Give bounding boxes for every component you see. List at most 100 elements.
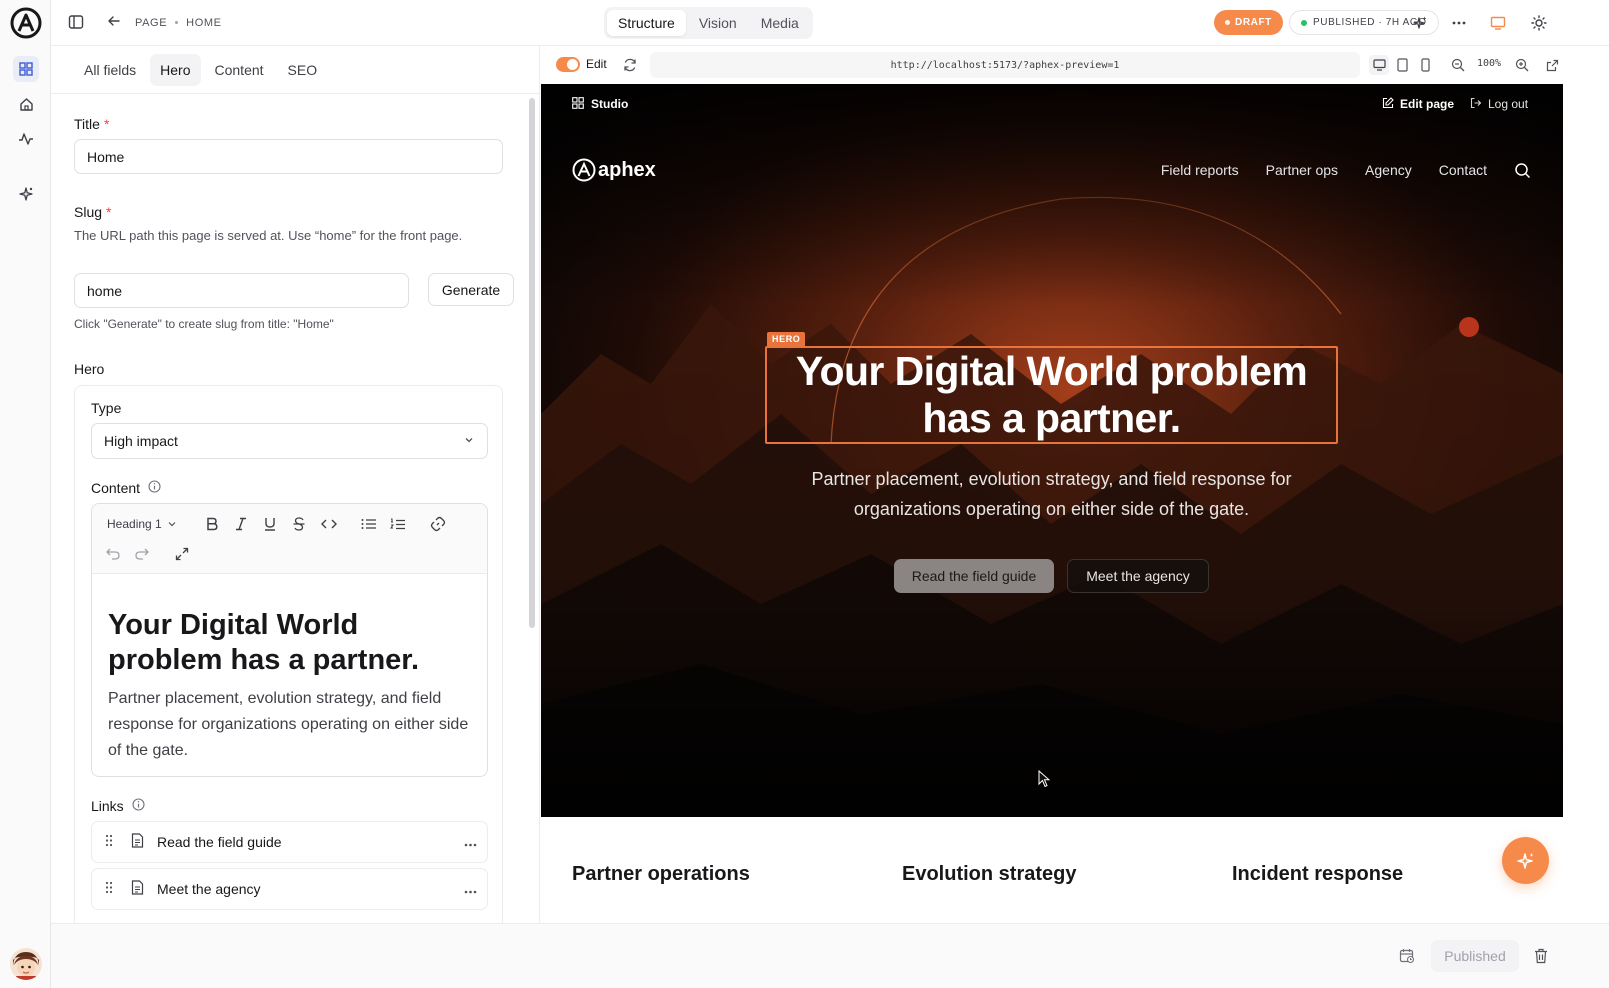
structure-nav-icon[interactable]: [13, 56, 39, 82]
required-marker: *: [103, 116, 110, 132]
type-label: Type: [91, 400, 122, 416]
studio-link[interactable]: Studio: [591, 97, 628, 111]
hero-section-label: Hero: [74, 361, 105, 377]
read-field-guide-button[interactable]: Read the field guide: [894, 559, 1054, 593]
meet-agency-button[interactable]: Meet the agency: [1067, 559, 1209, 593]
site-logo[interactable]: aphex: [572, 158, 656, 182]
mode-switcher: Structure Vision Media: [604, 7, 813, 39]
more-options-icon[interactable]: [464, 881, 477, 897]
slug-generate-hint: Click "Generate" to create slug from tit…: [74, 317, 334, 331]
tab-seo[interactable]: SEO: [278, 54, 328, 86]
hero-subtitle[interactable]: Partner placement, evolution strategy, a…: [791, 464, 1312, 524]
tab-content[interactable]: Content: [205, 54, 274, 86]
theme-sun-icon[interactable]: [1527, 11, 1551, 35]
rich-text-editor: Heading 1 Your Digital World problem has…: [91, 503, 488, 777]
draft-label: DRAFT: [1235, 17, 1272, 28]
app-logo-icon[interactable]: [10, 7, 42, 39]
tab-vision[interactable]: Vision: [688, 10, 748, 36]
hero-title[interactable]: Your Digital World problem has a partner…: [765, 348, 1338, 442]
chevron-down-icon: [463, 433, 475, 449]
site-nav: aphex Field reports Partner ops Agency C…: [541, 154, 1563, 188]
home-icon[interactable]: [13, 91, 39, 117]
back-arrow-icon[interactable]: [107, 14, 121, 31]
content-paragraph[interactable]: Partner placement, evolution strategy, a…: [108, 686, 473, 764]
desktop-preview-icon[interactable]: [1486, 11, 1510, 35]
title-label-text: Title: [74, 116, 100, 132]
activity-icon[interactable]: [13, 126, 39, 152]
delete-trash-icon[interactable]: [1534, 948, 1548, 967]
underline-icon[interactable]: [260, 514, 280, 534]
strikethrough-icon[interactable]: [289, 514, 309, 534]
publish-button[interactable]: Published: [1431, 940, 1519, 972]
ai-sparkle-icon[interactable]: [13, 181, 39, 207]
bullet-list-icon[interactable]: [359, 514, 379, 534]
nav-contact[interactable]: Contact: [1439, 162, 1487, 178]
edit-page-link[interactable]: Edit page: [1400, 97, 1454, 111]
refresh-icon[interactable]: [621, 56, 639, 74]
app-rail: [0, 0, 51, 988]
link-label: Meet the agency: [157, 881, 261, 897]
drag-handle-icon[interactable]: [105, 881, 119, 897]
service-heading: Partner operations: [572, 863, 750, 885]
zoom-out-icon[interactable]: [1449, 56, 1467, 74]
edit-mode-toggle[interactable]: [556, 57, 580, 72]
italic-icon[interactable]: [231, 514, 251, 534]
link-icon[interactable]: [428, 514, 448, 534]
tab-media[interactable]: Media: [750, 10, 810, 36]
numbered-list-icon[interactable]: [388, 514, 408, 534]
hero-type-value: High impact: [104, 433, 178, 449]
preview-url-field[interactable]: http://localhost:5173/?aphex-preview=1: [650, 52, 1360, 78]
zoom-in-icon[interactable]: [1513, 56, 1531, 74]
hero-type-select[interactable]: High impact: [91, 423, 488, 459]
links-label-text: Links: [91, 798, 124, 814]
nav-agency[interactable]: Agency: [1365, 162, 1412, 178]
nav-partner-ops[interactable]: Partner ops: [1266, 162, 1338, 178]
undo-icon[interactable]: [103, 544, 123, 564]
link-item[interactable]: Meet the agency: [91, 868, 488, 910]
desktop-viewport-icon[interactable]: [1369, 55, 1389, 75]
tab-hero[interactable]: Hero: [150, 53, 201, 86]
slug-input[interactable]: home: [74, 273, 409, 308]
search-icon[interactable]: [1514, 162, 1531, 182]
service-heading: Incident response: [1232, 863, 1404, 885]
mobile-viewport-icon[interactable]: [1416, 56, 1434, 74]
hero-background-image: [541, 84, 1563, 817]
open-external-icon[interactable]: [1543, 56, 1561, 74]
more-options-icon[interactable]: [1447, 11, 1471, 35]
tablet-viewport-icon[interactable]: [1393, 56, 1411, 74]
redo-icon[interactable]: [132, 544, 152, 564]
document-icon: [131, 833, 147, 851]
schedule-icon[interactable]: [1399, 948, 1415, 967]
service-heading: Evolution strategy: [902, 863, 1077, 885]
expand-editor-icon[interactable]: [172, 544, 192, 564]
user-avatar[interactable]: [10, 948, 42, 980]
nav-field-reports[interactable]: Field reports: [1161, 162, 1239, 178]
link-item[interactable]: Read the field guide: [91, 821, 488, 863]
logout-link[interactable]: Log out: [1488, 97, 1528, 111]
more-options-icon[interactable]: [464, 834, 477, 850]
generate-slug-button[interactable]: Generate: [428, 273, 514, 306]
tab-structure[interactable]: Structure: [607, 10, 686, 36]
ai-assistant-button[interactable]: [1502, 837, 1549, 884]
content-heading[interactable]: Your Digital World problem has a partner…: [108, 608, 468, 678]
info-icon[interactable]: [148, 480, 161, 496]
bottom-action-bar: Published: [51, 923, 1609, 988]
hero-section[interactable]: Studio Edit page Log out aphex Field rep…: [541, 84, 1563, 817]
heading-level-select[interactable]: Heading 1: [107, 517, 177, 531]
editor-scrollbar[interactable]: [529, 98, 535, 628]
toggle-sidebar-icon[interactable]: [68, 14, 84, 33]
breadcrumb: PAGE HOME: [107, 14, 222, 31]
slug-label: Slug *: [74, 204, 111, 220]
drag-handle-icon[interactable]: [105, 834, 119, 850]
ai-assist-icon[interactable]: [1408, 11, 1432, 35]
bold-icon[interactable]: [202, 514, 222, 534]
title-input[interactable]: Home: [74, 139, 503, 174]
code-icon[interactable]: [319, 514, 339, 534]
draft-status-badge: DRAFT: [1214, 10, 1283, 35]
slug-help-text: The URL path this page is served at. Use…: [74, 228, 463, 243]
preview-toolbar: Edit http://localhost:5173/?aphex-previe…: [540, 46, 1609, 84]
tab-all-fields[interactable]: All fields: [74, 54, 146, 86]
services-section: Partner operations Evolution strategy In…: [541, 817, 1563, 923]
info-icon[interactable]: [132, 798, 145, 814]
breadcrumb-section[interactable]: PAGE: [135, 17, 167, 29]
